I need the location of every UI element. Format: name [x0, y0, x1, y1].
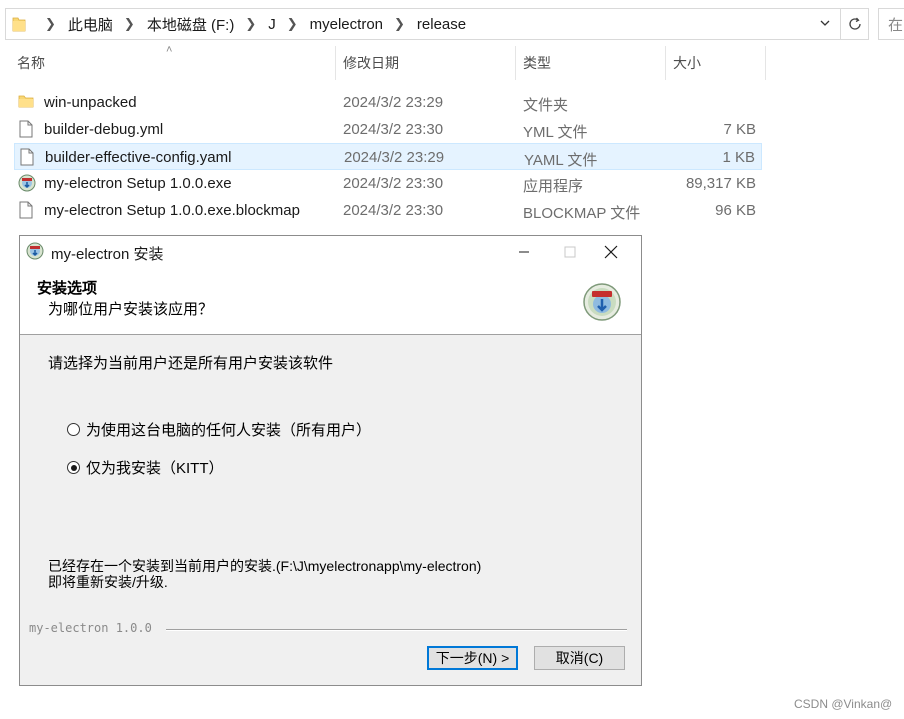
minimize-button[interactable] — [501, 236, 547, 268]
file-type: 文件夹 — [523, 97, 569, 114]
minimize-icon — [519, 251, 529, 253]
breadcrumb: ❯ 此电脑 ❯ 本地磁盘 (F:) ❯ J ❯ myelectron ❯ rel… — [34, 9, 466, 39]
file-date: 2024/3/2 23:30 — [343, 175, 444, 192]
instruction-text: 请选择为当前用户还是所有用户安装该软件 — [48, 355, 334, 372]
file-icon — [19, 148, 35, 170]
file-name: builder-debug.yml — [44, 121, 164, 138]
installer-icon — [18, 174, 36, 196]
file-type: BLOCKMAP 文件 — [523, 205, 641, 222]
radio-current-user[interactable]: 仅为我安装（KITT） — [67, 457, 224, 478]
file-type: 应用程序 — [523, 178, 584, 195]
note-line: 已经存在一个安装到当前用户的安装.(F:\J\myelectronapp\my-… — [48, 558, 482, 574]
file-size: 7 KB — [723, 121, 756, 138]
cancel-button[interactable]: 取消(C) — [534, 646, 625, 670]
chevron-right-icon: ❯ — [45, 16, 56, 31]
header-panel: 安装选项 为哪位用户安装该应用？ — [20, 268, 641, 335]
radio-button[interactable] — [67, 423, 80, 436]
radio-button-checked[interactable] — [67, 461, 80, 474]
close-button[interactable] — [588, 236, 634, 268]
page-subtitle: 为哪位用户安装该应用？ — [48, 301, 214, 318]
file-size: 89,317 KB — [685, 175, 756, 192]
sort-up-icon: ˄ — [166, 44, 173, 56]
breadcrumb-item[interactable]: myelectron — [310, 16, 383, 33]
address-bar[interactable]: ❯ 此电脑 ❯ 本地磁盘 (F:) ❯ J ❯ myelectron ❯ rel… — [5, 8, 841, 40]
file-size: 96 KB — [715, 202, 756, 219]
chevron-right-icon: ❯ — [123, 16, 135, 31]
column-header-size[interactable]: 大小 — [673, 45, 701, 81]
refresh-icon — [848, 17, 861, 30]
window-title: my-electron 安装 — [51, 246, 164, 263]
page-title: 安装选项 — [37, 280, 98, 297]
divider — [166, 629, 627, 631]
file-row[interactable]: my-electron Setup 1.0.0.exe 2024/3/2 23:… — [14, 170, 762, 197]
folder-icon — [18, 93, 34, 113]
search-input[interactable]: 在 — [878, 8, 904, 40]
file-date: 2024/3/2 23:30 — [343, 202, 444, 219]
file-name: my-electron Setup 1.0.0.exe.blockmap — [44, 202, 300, 219]
breadcrumb-item[interactable]: 本地磁盘 (F:) — [147, 14, 235, 35]
installer-logo-icon — [582, 282, 622, 327]
existing-install-note: 已经存在一个安装到当前用户的安装.(F:\J\myelectronapp\my-… — [48, 558, 481, 590]
chevron-right-icon: ❯ — [286, 16, 298, 31]
column-divider[interactable] — [765, 46, 766, 80]
folder-icon — [12, 16, 26, 37]
radio-label: 仅为我安装（KITT） — [86, 460, 224, 477]
file-size: 1 KB — [722, 149, 755, 166]
file-icon — [18, 120, 34, 142]
file-name: win-unpacked — [44, 94, 137, 111]
maximize-icon — [564, 246, 576, 258]
breadcrumb-item[interactable]: release — [417, 16, 466, 33]
file-name: builder-effective-config.yaml — [45, 149, 232, 166]
file-type: YAML 文件 — [524, 152, 598, 169]
maximize-button — [547, 236, 593, 268]
radio-all-users[interactable]: 为使用这台电脑的任何人安装（所有用户） — [67, 419, 371, 440]
watermark: CSDN @Vinkan@ — [794, 697, 893, 711]
column-divider[interactable] — [335, 46, 336, 80]
file-type: YML 文件 — [523, 124, 588, 141]
file-date: 2024/3/2 23:29 — [343, 94, 444, 111]
chevron-right-icon: ❯ — [245, 16, 257, 31]
file-row[interactable]: my-electron Setup 1.0.0.exe.blockmap 202… — [14, 197, 762, 224]
file-date: 2024/3/2 23:29 — [344, 149, 445, 166]
column-header-name[interactable]: 名称 — [17, 45, 45, 81]
close-icon — [604, 245, 618, 259]
column-divider[interactable] — [515, 46, 516, 80]
column-header-type[interactable]: 类型 — [523, 45, 551, 81]
file-icon — [18, 201, 34, 223]
title-bar[interactable]: my-electron 安装 — [20, 236, 641, 268]
branding-text: my-electron 1.0.0 — [29, 621, 152, 635]
next-button[interactable]: 下一步(N) > — [427, 646, 518, 670]
file-date: 2024/3/2 23:30 — [343, 121, 444, 138]
radio-label: 为使用这台电脑的任何人安装（所有用户） — [86, 422, 372, 439]
chevron-down-icon[interactable] — [819, 17, 831, 32]
installer-dialog: my-electron 安装 安装选项 为哪位用户安装该应用？ 请选择为当前用户… — [19, 235, 642, 686]
chevron-right-icon: ❯ — [394, 16, 405, 31]
breadcrumb-item[interactable]: J — [268, 16, 276, 33]
file-row[interactable]: win-unpacked 2024/3/2 23:29 文件夹 — [14, 89, 762, 116]
app-icon — [26, 242, 44, 265]
file-name: my-electron Setup 1.0.0.exe — [44, 175, 232, 192]
file-row[interactable]: builder-debug.yml 2024/3/2 23:30 YML 文件 … — [14, 116, 762, 143]
note-line: 即将重新安装/升级. — [48, 574, 168, 590]
breadcrumb-item[interactable]: 此电脑 — [68, 14, 113, 35]
file-row-selected[interactable]: builder-effective-config.yaml 2024/3/2 2… — [14, 143, 762, 170]
column-divider[interactable] — [665, 46, 666, 80]
refresh-button[interactable] — [841, 8, 869, 40]
column-header-date[interactable]: 修改日期 — [343, 45, 399, 81]
